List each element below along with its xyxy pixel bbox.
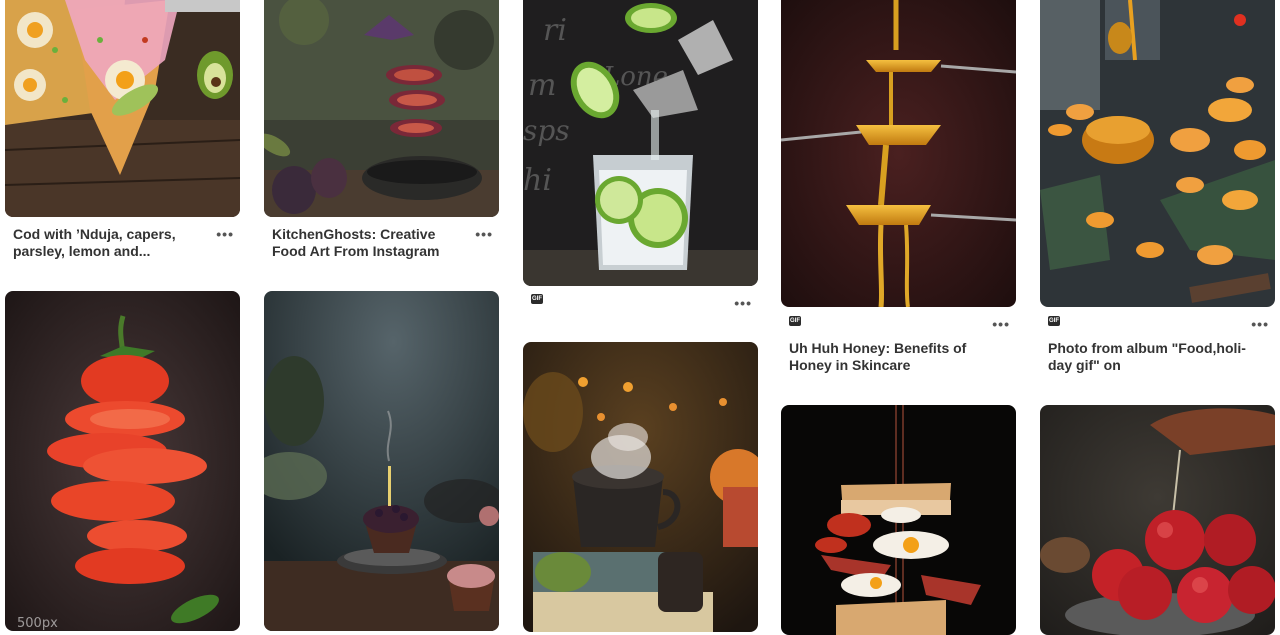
pin-image-figs[interactable] xyxy=(264,0,499,217)
gif-badge-icon: GIF xyxy=(1048,316,1060,326)
svg-text:hi: hi xyxy=(523,163,552,198)
more-options-icon[interactable]: ••• xyxy=(1251,317,1269,331)
pin-image-cod[interactable] xyxy=(5,0,240,217)
pin-card-cod[interactable]: Cod with ’Nduja, capers, parsley, lemon … xyxy=(5,0,240,267)
pin-image-drink[interactable]: ri m Lone sps hi xyxy=(523,0,758,286)
svg-text:sps: sps xyxy=(523,114,570,147)
pin-card-sandwich[interactable] xyxy=(781,405,1016,635)
pin-image-cupcake[interactable] xyxy=(264,291,499,631)
pin-title[interactable]: Cod with ’Nduja, capers, parsley, lemon … xyxy=(13,226,214,260)
gif-badge-icon: GIF xyxy=(531,294,543,304)
pin-title[interactable]: KitchenGhosts: Creative Food Art From In… xyxy=(272,226,473,260)
pin-image-honey-citrus[interactable] xyxy=(1040,0,1275,307)
more-options-icon[interactable]: ••• xyxy=(992,317,1010,331)
pin-card-honey[interactable]: GIF ••• Uh Huh Honey: Benefits of Honey … xyxy=(781,0,1016,387)
pin-card-tomato[interactable]: 500px xyxy=(5,291,240,631)
pin-card-honey-citrus[interactable]: GIF ••• Photo from album "Food,holi-day … xyxy=(1040,0,1275,387)
pin-image-apples[interactable] xyxy=(1040,405,1275,635)
pin-image-tomato[interactable]: 500px xyxy=(5,291,240,631)
pin-card-drink[interactable]: ri m Lone sps hi GIF ••• xyxy=(523,0,758,310)
svg-text:m: m xyxy=(528,68,556,103)
svg-text:ri: ri xyxy=(543,13,567,48)
watermark-500px: 500px xyxy=(17,616,58,631)
pin-card-apples[interactable] xyxy=(1040,405,1275,635)
pin-title[interactable]: Uh Huh Honey: Benefits of Honey in Skinc… xyxy=(789,340,990,374)
more-options-icon[interactable]: ••• xyxy=(216,226,234,242)
more-options-icon[interactable]: ••• xyxy=(734,296,752,310)
pin-image-honey[interactable] xyxy=(781,0,1016,307)
more-options-icon[interactable]: ••• xyxy=(475,226,493,242)
pin-image-sandwich[interactable] xyxy=(781,405,1016,635)
gif-badge-icon: GIF xyxy=(789,316,801,326)
pin-title[interactable]: Photo from album "Food,holi-day gif" on xyxy=(1048,340,1249,374)
pin-card-cauldron[interactable] xyxy=(523,342,758,632)
pin-card-kitchenghosts[interactable]: KitchenGhosts: Creative Food Art From In… xyxy=(264,0,499,267)
pin-card-cupcake[interactable] xyxy=(264,291,499,631)
pin-image-cauldron[interactable] xyxy=(523,342,758,632)
